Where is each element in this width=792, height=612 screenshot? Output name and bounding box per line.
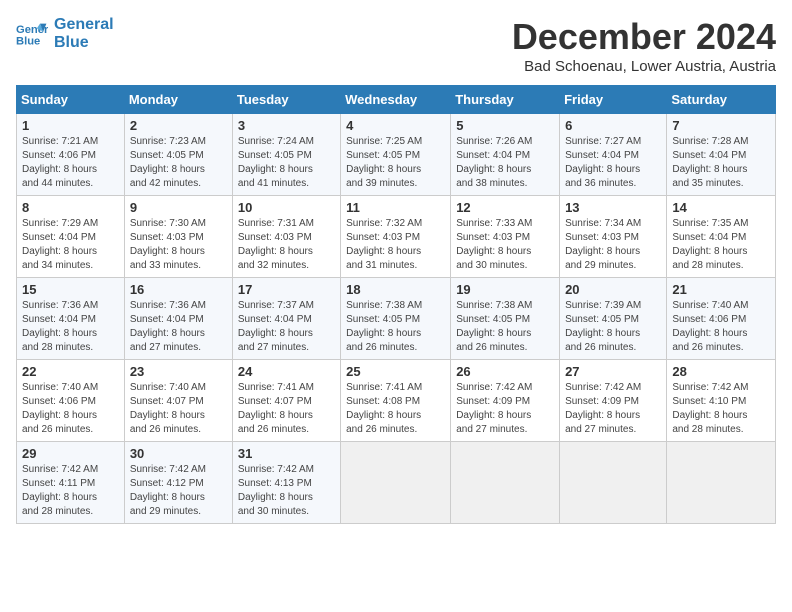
table-row — [341, 442, 451, 524]
table-row: 23Sunrise: 7:40 AMSunset: 4:07 PMDayligh… — [124, 360, 232, 442]
table-row: 26Sunrise: 7:42 AMSunset: 4:09 PMDayligh… — [451, 360, 560, 442]
table-row: 9Sunrise: 7:30 AMSunset: 4:03 PMDaylight… — [124, 196, 232, 278]
table-row: 8Sunrise: 7:29 AMSunset: 4:04 PMDaylight… — [17, 196, 125, 278]
header-tuesday: Tuesday — [232, 86, 340, 114]
table-row: 22Sunrise: 7:40 AMSunset: 4:06 PMDayligh… — [17, 360, 125, 442]
table-row: 24Sunrise: 7:41 AMSunset: 4:07 PMDayligh… — [232, 360, 340, 442]
table-row: 29Sunrise: 7:42 AMSunset: 4:11 PMDayligh… — [17, 442, 125, 524]
header-saturday: Saturday — [667, 86, 776, 114]
month-title: December 2024 — [512, 16, 776, 58]
header-sunday: Sunday — [17, 86, 125, 114]
table-row: 7Sunrise: 7:28 AMSunset: 4:04 PMDaylight… — [667, 114, 776, 196]
header-friday: Friday — [560, 86, 667, 114]
header-monday: Monday — [124, 86, 232, 114]
table-row: 15Sunrise: 7:36 AMSunset: 4:04 PMDayligh… — [17, 278, 125, 360]
table-row: 21Sunrise: 7:40 AMSunset: 4:06 PMDayligh… — [667, 278, 776, 360]
table-row: 14Sunrise: 7:35 AMSunset: 4:04 PMDayligh… — [667, 196, 776, 278]
header-thursday: Thursday — [451, 86, 560, 114]
header-wednesday: Wednesday — [341, 86, 451, 114]
table-row — [667, 442, 776, 524]
logo-text-general: General — [54, 16, 114, 34]
table-row: 19Sunrise: 7:38 AMSunset: 4:05 PMDayligh… — [451, 278, 560, 360]
table-row: 6Sunrise: 7:27 AMSunset: 4:04 PMDaylight… — [560, 114, 667, 196]
table-row: 1Sunrise: 7:21 AMSunset: 4:06 PMDaylight… — [17, 114, 125, 196]
logo: General Blue General Blue — [16, 16, 114, 52]
table-row: 11Sunrise: 7:32 AMSunset: 4:03 PMDayligh… — [341, 196, 451, 278]
location-title: Bad Schoenau, Lower Austria, Austria — [512, 58, 776, 75]
table-row — [560, 442, 667, 524]
logo-icon: General Blue — [16, 20, 48, 48]
table-row: 16Sunrise: 7:36 AMSunset: 4:04 PMDayligh… — [124, 278, 232, 360]
table-row: 17Sunrise: 7:37 AMSunset: 4:04 PMDayligh… — [232, 278, 340, 360]
table-row: 31Sunrise: 7:42 AMSunset: 4:13 PMDayligh… — [232, 442, 340, 524]
calendar-table: Sunday Monday Tuesday Wednesday Thursday… — [16, 85, 776, 524]
table-row: 12Sunrise: 7:33 AMSunset: 4:03 PMDayligh… — [451, 196, 560, 278]
table-row: 5Sunrise: 7:26 AMSunset: 4:04 PMDaylight… — [451, 114, 560, 196]
table-row — [451, 442, 560, 524]
logo-text-blue: Blue — [54, 34, 114, 52]
title-block: December 2024 Bad Schoenau, Lower Austri… — [512, 16, 776, 75]
svg-text:Blue: Blue — [16, 35, 40, 47]
table-row: 27Sunrise: 7:42 AMSunset: 4:09 PMDayligh… — [560, 360, 667, 442]
table-row: 13Sunrise: 7:34 AMSunset: 4:03 PMDayligh… — [560, 196, 667, 278]
table-row: 20Sunrise: 7:39 AMSunset: 4:05 PMDayligh… — [560, 278, 667, 360]
table-row: 30Sunrise: 7:42 AMSunset: 4:12 PMDayligh… — [124, 442, 232, 524]
table-row: 10Sunrise: 7:31 AMSunset: 4:03 PMDayligh… — [232, 196, 340, 278]
table-row: 2Sunrise: 7:23 AMSunset: 4:05 PMDaylight… — [124, 114, 232, 196]
table-row: 3Sunrise: 7:24 AMSunset: 4:05 PMDaylight… — [232, 114, 340, 196]
table-row: 4Sunrise: 7:25 AMSunset: 4:05 PMDaylight… — [341, 114, 451, 196]
table-row: 18Sunrise: 7:38 AMSunset: 4:05 PMDayligh… — [341, 278, 451, 360]
page-header: General Blue General Blue December 2024 … — [16, 16, 776, 75]
table-row: 28Sunrise: 7:42 AMSunset: 4:10 PMDayligh… — [667, 360, 776, 442]
table-row: 25Sunrise: 7:41 AMSunset: 4:08 PMDayligh… — [341, 360, 451, 442]
